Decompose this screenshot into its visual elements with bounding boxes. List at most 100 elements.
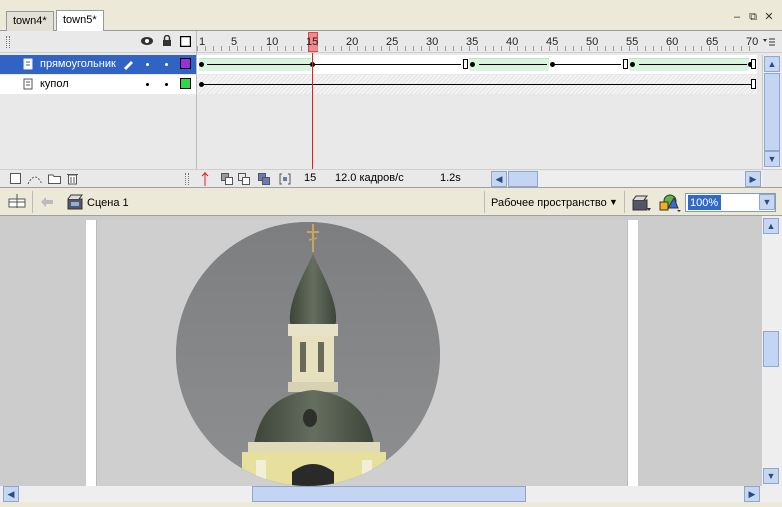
- frame-rate: 12.0 кадров/с: [335, 172, 404, 184]
- scroll-up-icon[interactable]: ▲: [764, 56, 780, 72]
- ruler-tick: [221, 46, 222, 51]
- ruler-tick: [245, 46, 246, 51]
- ruler-tick: [373, 46, 374, 51]
- tab-town4[interactable]: town4*: [6, 11, 54, 31]
- frame-span: [313, 64, 461, 65]
- ruler-tick: [565, 46, 566, 51]
- divider: [32, 191, 33, 213]
- layer-color-swatch[interactable]: [180, 58, 191, 69]
- scroll-down-icon[interactable]: ▼: [764, 151, 780, 167]
- frames-row-dome[interactable]: [197, 75, 757, 94]
- frame-span: [201, 84, 751, 85]
- timeline-menu-icon[interactable]: [762, 37, 776, 47]
- dome-image: [176, 222, 440, 486]
- edit-scene-icon[interactable]: [632, 194, 652, 212]
- stage[interactable]: [0, 216, 762, 486]
- ruler-tick: [661, 46, 662, 51]
- back-arrow-icon[interactable]: [40, 196, 54, 208]
- scroll-up-icon[interactable]: ▲: [763, 218, 779, 234]
- stage-hscrollbar[interactable]: ◀ ▶: [0, 486, 782, 502]
- scroll-thumb[interactable]: [508, 171, 538, 187]
- layer-row-dome[interactable]: купол: [0, 75, 196, 94]
- scroll-right-icon[interactable]: ▶: [745, 171, 761, 187]
- eye-icon[interactable]: [141, 36, 153, 46]
- visibility-dot[interactable]: [146, 83, 149, 86]
- insert-layer-icon[interactable]: [10, 173, 21, 184]
- add-guide-icon[interactable]: [27, 172, 43, 185]
- layer-row-rectangle[interactable]: прямоугольник: [0, 55, 196, 74]
- scroll-thumb[interactable]: [764, 73, 780, 151]
- ruler-label: 30: [426, 36, 439, 48]
- zoom-input[interactable]: [688, 195, 758, 210]
- chevron-down-icon[interactable]: ▼: [759, 194, 775, 210]
- visibility-dot[interactable]: [146, 63, 149, 66]
- center-frame-icon[interactable]: [200, 172, 210, 186]
- lock-icon[interactable]: [162, 35, 172, 47]
- workspace-menu[interactable]: Рабочее пространство: [491, 197, 607, 209]
- scroll-right-icon[interactable]: ▶: [744, 486, 760, 502]
- edit-symbols-icon[interactable]: [658, 193, 682, 213]
- zoom-combobox[interactable]: ▼: [685, 193, 776, 212]
- ruler-tick: [293, 46, 294, 51]
- ruler-tick: [325, 46, 326, 51]
- onion-outline-icon[interactable]: [238, 173, 250, 185]
- restore-icon[interactable]: ⧉: [746, 10, 760, 24]
- ruler-label: 15: [306, 36, 319, 48]
- end-frame[interactable]: [751, 59, 756, 69]
- tween-arrow: [639, 64, 747, 65]
- ruler-tick: [405, 46, 406, 51]
- scene-name[interactable]: Сцена 1: [87, 197, 129, 209]
- ruler-tick: [685, 46, 686, 51]
- ruler-tick: [741, 46, 742, 51]
- tab-town5[interactable]: town5*: [56, 10, 104, 31]
- layer-color-swatch[interactable]: [180, 78, 191, 89]
- timeline-hscrollbar[interactable]: ◀ ▶: [491, 171, 763, 187]
- timeline-footer: 15 12.0 кадров/с 1.2s ◀ ▶: [0, 169, 782, 187]
- ruler-label: 25: [386, 36, 399, 48]
- scroll-left-icon[interactable]: ◀: [491, 171, 507, 187]
- drag-handle[interactable]: [6, 36, 10, 48]
- ruler-tick: [653, 46, 654, 51]
- keyframe[interactable]: [470, 62, 475, 67]
- keyframe[interactable]: [199, 62, 204, 67]
- end-frame[interactable]: [751, 79, 756, 89]
- modify-markers-icon[interactable]: [279, 173, 291, 185]
- onion-skin-icon[interactable]: [221, 173, 233, 185]
- ruler-tick: [213, 46, 214, 51]
- scroll-down-icon[interactable]: ▼: [763, 468, 779, 484]
- folder-icon[interactable]: [48, 173, 61, 184]
- frame-ruler[interactable]: 1 5 10 15 20 25 30 35 40 45 50 55 60 65 70: [197, 31, 759, 53]
- ruler-tick: [365, 46, 366, 51]
- ruler-tick: [197, 46, 198, 51]
- ruler-tick: [693, 46, 694, 51]
- scroll-left-icon[interactable]: ◀: [3, 486, 19, 502]
- lock-dot[interactable]: [165, 63, 168, 66]
- close-icon[interactable]: ✕: [762, 10, 776, 24]
- ruler-label: 55: [626, 36, 639, 48]
- timeline-vscrollbar[interactable]: ▲ ▼: [762, 55, 780, 169]
- splitter-handle[interactable]: [185, 173, 189, 185]
- outline-icon[interactable]: [180, 36, 191, 47]
- ruler-tick: [701, 46, 702, 51]
- end-frame[interactable]: [463, 59, 468, 69]
- ruler-label: 20: [346, 36, 359, 48]
- chevron-down-icon[interactable]: ▼: [609, 197, 618, 207]
- layer-icon: [23, 58, 33, 70]
- lock-dot[interactable]: [165, 83, 168, 86]
- stage-vscrollbar[interactable]: ▲ ▼: [762, 216, 782, 486]
- playhead-line: [312, 53, 313, 169]
- scroll-thumb[interactable]: [252, 486, 526, 502]
- frame-span: [553, 64, 621, 65]
- ruler-tick: [453, 46, 454, 51]
- ruler-label: 70: [746, 36, 759, 48]
- minimize-icon[interactable]: –: [730, 10, 744, 24]
- frames-row-rectangle[interactable]: [197, 55, 757, 74]
- timeline-toggle-icon[interactable]: [8, 194, 26, 210]
- ruler-tick: [613, 46, 614, 51]
- end-frame[interactable]: [623, 59, 628, 69]
- church-dome-photo[interactable]: [176, 222, 440, 486]
- keyframe[interactable]: [630, 62, 635, 67]
- trash-icon[interactable]: [67, 172, 78, 185]
- edit-multiple-frames-icon[interactable]: [258, 173, 270, 185]
- scroll-thumb[interactable]: [763, 331, 779, 367]
